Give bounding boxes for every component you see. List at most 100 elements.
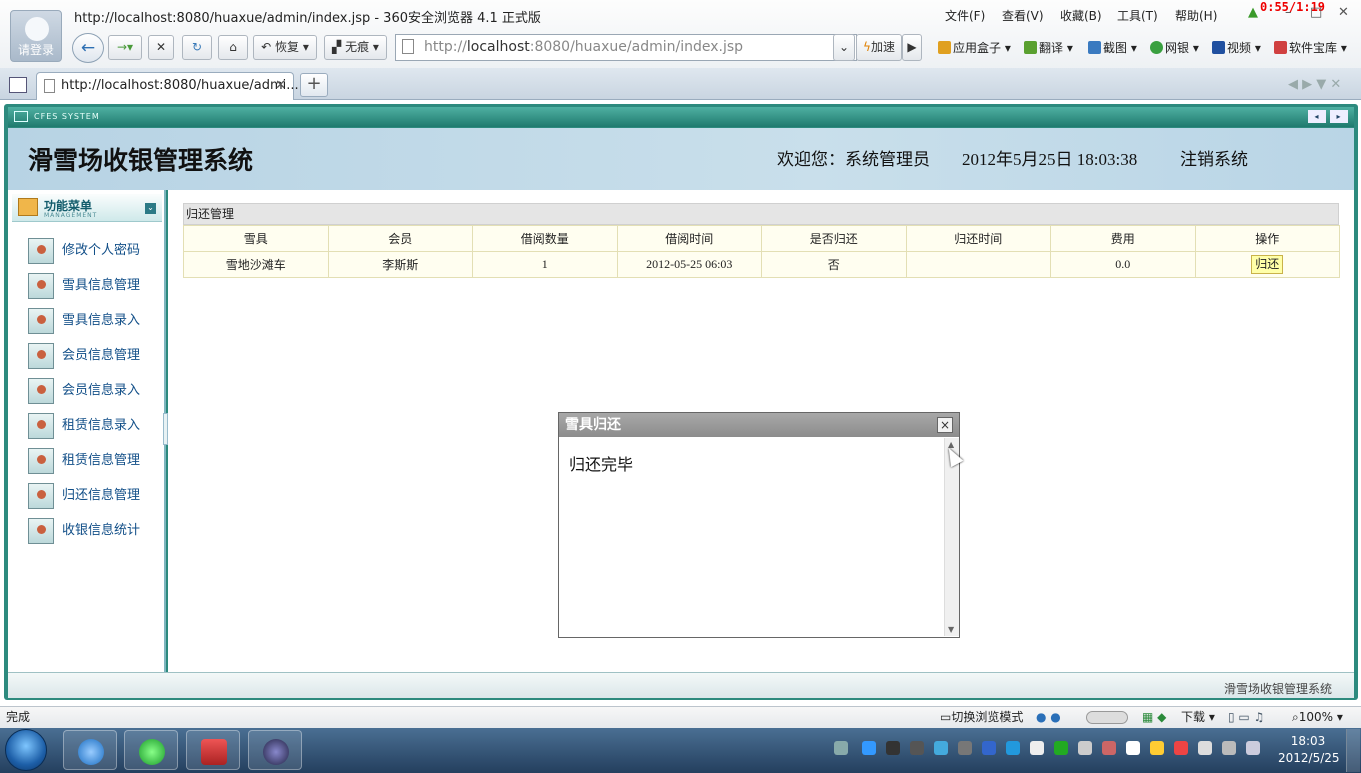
close-tab-icon[interactable]: ✕	[275, 73, 286, 99]
menu-folder-icon	[18, 198, 38, 216]
appbox-button[interactable]: 应用盒子 ▾	[938, 39, 1011, 56]
taskbar-eclipse[interactable]	[248, 730, 302, 770]
ie-icon[interactable]: ● ●	[1036, 707, 1061, 727]
sidebar-item-equipment-entry[interactable]: 雪具信息录入	[28, 308, 162, 334]
menu-help[interactable]: 帮助(H)	[1175, 7, 1217, 24]
device-icon[interactable]	[958, 741, 972, 755]
notrace-button[interactable]: ▞ 无痕 ▾	[324, 35, 387, 60]
user-card-icon	[28, 413, 54, 439]
speedup-button[interactable]: ϟ加速	[856, 34, 902, 61]
collapse-icon[interactable]: ⌄	[145, 203, 156, 214]
sidebar-item-change-password[interactable]: 修改个人密码	[28, 238, 162, 264]
volume-icon[interactable]	[1246, 741, 1260, 755]
dialog-scrollbar[interactable]: ▲ ▼	[944, 438, 959, 636]
qq-icon[interactable]	[862, 741, 876, 755]
forward-button[interactable]: →▾	[108, 35, 142, 60]
page-icon	[402, 39, 414, 54]
start-button[interactable]	[5, 729, 47, 771]
sidebar-item-rental-manage[interactable]: 租赁信息管理	[28, 448, 162, 474]
restore-button[interactable]: ↶ 恢复 ▾	[253, 35, 317, 60]
taskbar-360-browser[interactable]	[124, 730, 178, 770]
cell-time: 2012-05-25 06:03	[616, 251, 762, 278]
return-button[interactable]: 归还	[1251, 255, 1284, 274]
login-label[interactable]: 请登录	[11, 41, 61, 58]
user-card-icon	[28, 238, 54, 264]
security-icon[interactable]	[982, 741, 996, 755]
software-button[interactable]: 软件宝库 ▾	[1274, 39, 1347, 56]
network-icon[interactable]	[934, 741, 948, 755]
logout-link[interactable]: 注销系统	[1180, 145, 1248, 170]
address-bar[interactable]: http://localhost:8080/huaxue/admin/index…	[395, 34, 857, 61]
keyboard-icon[interactable]	[834, 741, 848, 755]
qq-icon-2[interactable]	[886, 741, 900, 755]
new-tab-button[interactable]: +	[300, 73, 328, 97]
cell-qty: 1	[472, 251, 618, 278]
video-button[interactable]: 视频 ▾	[1212, 39, 1261, 56]
taskbar-clock[interactable]: 18:03 2012/5/25	[1278, 733, 1340, 767]
tab-nav-icons[interactable]: ◀ ▶ ▼ ✕	[1288, 77, 1341, 92]
translate-button[interactable]: 翻译 ▾	[1024, 39, 1073, 56]
alert-icon[interactable]	[1174, 741, 1188, 755]
download-label: 下载	[1181, 710, 1206, 724]
refresh-button[interactable]: ↻	[182, 35, 212, 60]
dialog-close-button[interactable]: ×	[937, 417, 953, 433]
status-tray-icons[interactable]: ▯ ▭ ♫	[1228, 707, 1264, 727]
download-button[interactable]: 下载 ▾	[1181, 707, 1215, 727]
tab-admin-index[interactable]: http://localhost:8080/huaxue/admi... ✕	[36, 72, 299, 100]
messenger-icon[interactable]	[910, 741, 924, 755]
usb-icon[interactable]	[1078, 741, 1092, 755]
update-icon[interactable]: ▲	[1248, 5, 1258, 20]
sync-icon[interactable]	[1054, 741, 1068, 755]
sidebar-item-cashier-stats[interactable]: 收银信息统计	[28, 518, 162, 544]
frame-next-icon[interactable]: ▸	[1330, 110, 1348, 123]
menu-view[interactable]: 查看(V)	[1002, 7, 1044, 24]
appbox-icon	[938, 41, 951, 54]
back-button[interactable]: ←	[72, 33, 104, 63]
ebank-button[interactable]: 网银 ▾	[1150, 39, 1199, 56]
menu-favorites[interactable]: 收藏(B)	[1060, 7, 1102, 24]
notes-icon[interactable]	[1030, 741, 1044, 755]
status-text: 完成	[6, 710, 31, 724]
stop-button[interactable]: ✕	[148, 35, 174, 60]
show-desktop-button[interactable]	[1346, 729, 1360, 772]
clock-date: 2012/5/25	[1278, 751, 1340, 765]
display-icon[interactable]	[1222, 741, 1236, 755]
sidebar-item-equipment-manage[interactable]: 雪具信息管理	[28, 273, 162, 299]
sidebar-item-label: 收银信息统计	[62, 523, 141, 538]
sidebar-item-member-manage[interactable]: 会员信息管理	[28, 343, 162, 369]
sidebar-item-rental-entry[interactable]: 租赁信息录入	[28, 413, 162, 439]
zoom-control[interactable]: ⌕100% ▾	[1292, 707, 1343, 727]
go-button[interactable]: ▶	[902, 34, 922, 61]
sidebar-toggle-icon[interactable]	[9, 77, 27, 93]
settings-icon[interactable]	[1126, 741, 1140, 755]
sidebar-item-member-entry[interactable]: 会员信息录入	[28, 378, 162, 404]
close-window-icon[interactable]: ✕	[1338, 5, 1349, 20]
tools-icons[interactable]: ▦ ◆	[1142, 707, 1166, 727]
maximize-icon[interactable]: □	[1310, 5, 1322, 20]
clipboard-icon[interactable]	[1198, 741, 1212, 755]
sidebar-item-label: 租赁信息录入	[62, 418, 141, 433]
cell-fee: 0.0	[1050, 251, 1196, 278]
table-row: 雪地沙滩车 李斯斯 1 2012-05-25 06:03 否 0.0 归还	[183, 251, 1340, 278]
user-avatar[interactable]: 请登录	[10, 10, 62, 62]
taskbar-ie[interactable]	[63, 730, 117, 770]
taskbar-toolbox[interactable]	[186, 730, 240, 770]
folder-icon[interactable]	[1150, 741, 1164, 755]
app-frame-title: CFES SYSTEM ◂ ▸	[8, 107, 1354, 127]
toggle-icon[interactable]	[1086, 711, 1128, 724]
scroll-down-icon[interactable]: ▼	[948, 625, 954, 634]
dialog-header[interactable]: 雪具归还	[559, 413, 959, 437]
tool-icon[interactable]	[1102, 741, 1116, 755]
address-dropdown-button[interactable]: ⌄	[833, 34, 855, 61]
frame-prev-icon[interactable]: ◂	[1308, 110, 1326, 123]
home-button[interactable]: ⌂	[218, 35, 248, 60]
notrace-label: 无痕	[345, 40, 370, 54]
sidebar-item-return-manage[interactable]: 归还信息管理	[28, 483, 162, 509]
menu-tools[interactable]: 工具(T)	[1117, 7, 1158, 24]
switch-mode-button[interactable]: ▭切换浏览模式	[940, 707, 1023, 727]
shield-icon[interactable]	[1006, 741, 1020, 755]
menu-file[interactable]: 文件(F)	[945, 7, 985, 24]
minimize-icon[interactable]: –	[1285, 5, 1292, 20]
screenshot-button[interactable]: 截图 ▾	[1088, 39, 1137, 56]
app-footer	[8, 672, 1354, 698]
